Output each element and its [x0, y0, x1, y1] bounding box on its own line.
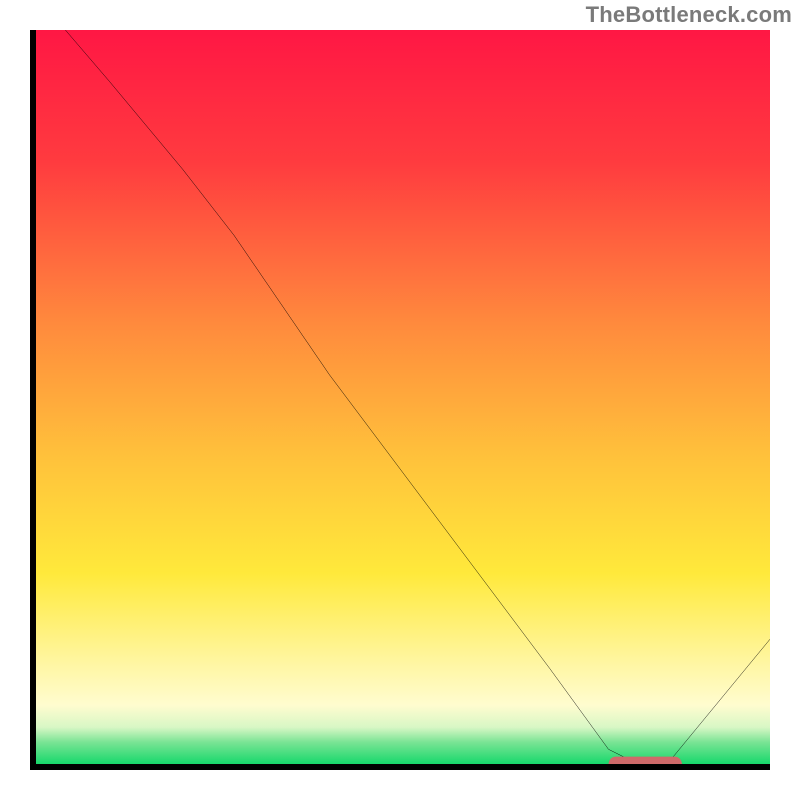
gradient-background: [36, 30, 770, 764]
chart-plot: [36, 30, 770, 764]
minimum-marker: [609, 757, 682, 764]
attribution-label: TheBottleneck.com: [586, 2, 792, 28]
chart-canvas: TheBottleneck.com: [0, 0, 800, 800]
